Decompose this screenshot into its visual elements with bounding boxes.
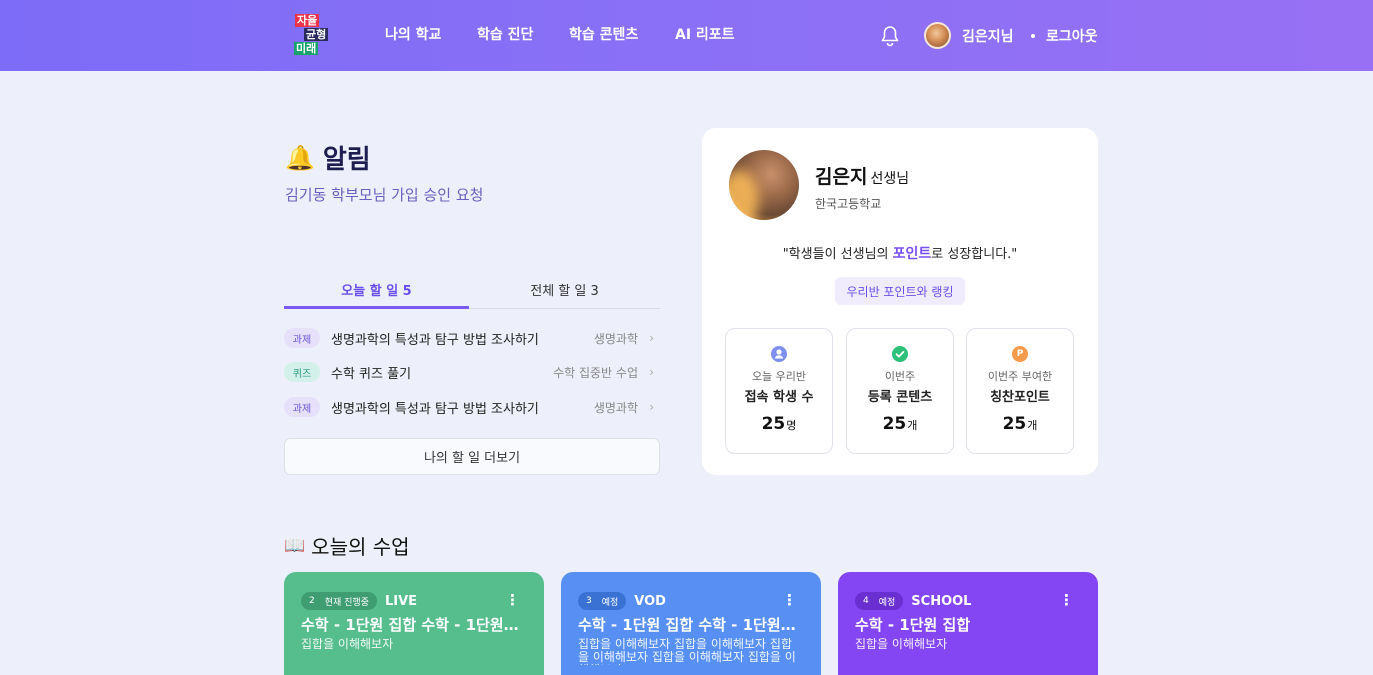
chevron-right-icon: › [649, 365, 654, 379]
stat-title: 접속 학생 수 [744, 390, 814, 405]
stat-value: 25 [761, 414, 786, 434]
stat-label: 이번주 [884, 370, 916, 383]
stat-value: 25 [882, 414, 907, 434]
stat-value: 25 [1002, 414, 1027, 434]
stat-card-registered-content: 이번주 등록 콘텐츠 25개 [846, 328, 954, 454]
class-title: 수학 - 1단원 집합 수학 - 1단원 집합 [578, 616, 796, 634]
task-type-badge: 과제 [284, 328, 320, 348]
class-status: 예정 [601, 597, 619, 608]
bell-emoji-icon: 🔔 [285, 143, 315, 172]
task-title: 수학 퀴즈 풀기 [331, 366, 412, 382]
quote-text: "학생들이 선생님의 [782, 247, 893, 262]
task-title: 생명과학의 특성과 탐구 방법 조사하기 [331, 401, 539, 417]
list-item[interactable]: 과제 생명과학의 특성과 탐구 방법 조사하기 생명과학 › [284, 395, 660, 419]
profile-role: 선생님 [870, 171, 910, 187]
profile-card: 김은지 선생님 한국고등학교 "학생들이 선생님의 포인트로 성장합니다." 우리… [702, 128, 1098, 475]
logout-button[interactable]: 로그아웃 [1046, 26, 1098, 46]
logo-text-1: 자율 [295, 14, 320, 27]
nav-ai-report[interactable]: AI 리포트 [675, 24, 735, 44]
class-type: SCHOOL [911, 593, 972, 609]
quote-text: 로 성장합니다." [931, 247, 1018, 262]
stat-title: 등록 콘텐츠 [867, 390, 933, 405]
more-tasks-button[interactable]: 나의 할 일 더보기 [284, 438, 660, 475]
status-badge: 2 현재 진행중 [301, 592, 377, 610]
user-icon [771, 346, 787, 362]
notice-heading: 🔔 알림 [285, 139, 371, 176]
class-title: 수학 - 1단원 집합 수학 - 1단원 집합 [301, 616, 519, 634]
class-type: LIVE [385, 593, 418, 609]
nav-my-school[interactable]: 나의 학교 [385, 24, 441, 44]
class-card-vod[interactable]: 3 예정 VOD ⋮ 수학 - 1단원 집합 수학 - 1단원 집합 집합을 이해… [561, 572, 821, 675]
nav-learning-content[interactable]: 학습 콘텐츠 [569, 24, 638, 44]
stat-label: 이번주 부여한 [987, 370, 1053, 383]
top-header: 자율 균형 미래 나의 학교 학습 진단 학습 콘텐츠 AI 리포트 김은지님 … [0, 0, 1373, 71]
class-number: 4 [863, 596, 869, 606]
ranking-button[interactable]: 우리반 포인트와 랭킹 [835, 277, 965, 305]
check-icon [892, 346, 908, 362]
status-badge: 4 예정 [855, 592, 904, 610]
profile-quote: "학생들이 선생님의 포인트로 성장합니다." [702, 243, 1098, 263]
point-icon: P [1012, 346, 1028, 362]
class-status: 현재 진행중 [324, 597, 369, 608]
task-type-badge: 퀴즈 [284, 362, 320, 382]
stat-unit: 개 [1027, 419, 1038, 432]
class-description: 집합을 이해해보자 [855, 638, 948, 651]
tab-all-tasks[interactable]: 전체 할 일 3 [472, 280, 657, 309]
profile-school: 한국고등학교 [815, 197, 882, 211]
more-options-icon[interactable]: ⋮ [505, 591, 520, 609]
status-badge: 3 예정 [578, 592, 627, 610]
class-card-school[interactable]: 4 예정 SCHOOL ⋮ 수학 - 1단원 집합 집합을 이해해보자 [838, 572, 1098, 675]
classes-heading: 📖 오늘의 수업 [284, 531, 410, 560]
chevron-right-icon: › [649, 400, 654, 414]
separator-dot [1031, 34, 1035, 38]
logo[interactable]: 자율 균형 미래 [291, 13, 335, 57]
class-status: 예정 [878, 597, 896, 608]
book-icon: 📖 [284, 535, 306, 556]
avatar[interactable] [924, 22, 951, 49]
class-card-header: 2 현재 진행중 LIVE [301, 592, 417, 610]
class-description: 집합을 이해해보자 [301, 638, 394, 651]
logo-text-3: 미래 [294, 42, 319, 55]
notice-message[interactable]: 김기동 학부모님 가입 승인 요청 [285, 184, 483, 205]
class-description: 집합을 이해해보자 집합을 이해해보자 집합을 이해해보자 집합을 이해해보자 … [578, 638, 796, 665]
task-subject: 생명과학 [593, 331, 638, 346]
profile-avatar [729, 150, 799, 220]
logo-text-2: 균형 [304, 28, 329, 41]
stat-unit: 명 [786, 419, 797, 432]
class-card-live[interactable]: 2 현재 진행중 LIVE ⋮ 수학 - 1단원 집합 수학 - 1단원 집합 집… [284, 572, 544, 675]
stat-value-line: 25개 [967, 414, 1073, 434]
tab-today-tasks[interactable]: 오늘 할 일 5 [284, 280, 469, 309]
stat-title: 칭찬포인트 [990, 390, 1050, 405]
stat-unit: 개 [907, 419, 918, 432]
task-subject: 수학 집중반 수업 [553, 365, 638, 380]
class-title: 수학 - 1단원 집합 [855, 616, 971, 634]
quote-highlight: 포인트 [892, 246, 932, 262]
stat-card-praise-points: P 이번주 부여한 칭찬포인트 25개 [966, 328, 1074, 454]
list-item[interactable]: 퀴즈 수학 퀴즈 풀기 수학 집중반 수업 › [284, 360, 660, 384]
nav-learning-diagnosis[interactable]: 학습 진단 [477, 24, 533, 44]
class-card-header: 3 예정 VOD [578, 592, 666, 610]
stat-card-connected-students: 오늘 우리반 접속 학생 수 25명 [725, 328, 833, 454]
task-tabs: 오늘 할 일 5 전체 할 일 3 [284, 280, 660, 309]
profile-name: 김은지 [815, 166, 868, 188]
bell-icon[interactable] [878, 24, 902, 48]
stat-label: 오늘 우리반 [751, 370, 807, 383]
class-type: VOD [634, 593, 666, 609]
chevron-right-icon: › [649, 331, 654, 345]
profile-name-line: 김은지 선생님 [815, 162, 909, 189]
task-type-badge: 과제 [284, 397, 320, 417]
class-number: 3 [586, 596, 592, 606]
task-title: 생명과학의 특성과 탐구 방법 조사하기 [331, 332, 539, 348]
list-item[interactable]: 과제 생명과학의 특성과 탐구 방법 조사하기 생명과학 › [284, 326, 660, 350]
task-subject: 생명과학 [593, 400, 638, 415]
class-card-header: 4 예정 SCHOOL [855, 592, 971, 610]
classes-title: 오늘의 수업 [311, 535, 410, 559]
more-options-icon[interactable]: ⋮ [1059, 591, 1074, 609]
class-number: 2 [309, 596, 315, 606]
user-name[interactable]: 김은지님 [962, 26, 1014, 46]
stat-value-line: 25명 [726, 414, 832, 434]
stat-value-line: 25개 [847, 414, 953, 434]
notice-title: 알림 [322, 145, 371, 175]
more-options-icon[interactable]: ⋮ [782, 591, 797, 609]
